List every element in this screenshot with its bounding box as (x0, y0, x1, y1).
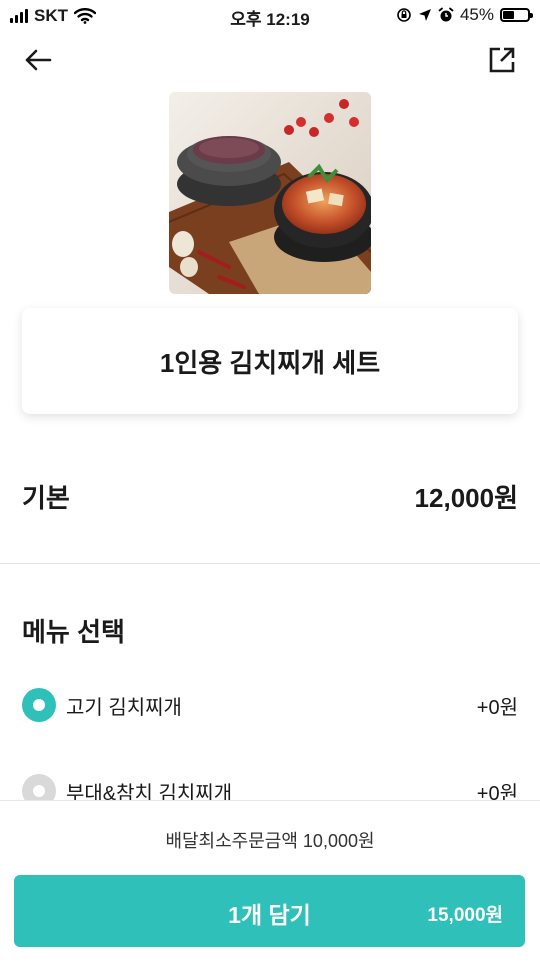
battery-percent: 45% (459, 5, 494, 24)
menu-section-title: 메뉴 선택 (22, 617, 125, 647)
option-price: +0원 (476, 696, 518, 719)
status-bar: SKT 오후 12:19 45% (0, 0, 540, 30)
external-share-icon (489, 47, 515, 73)
min-order-notice: 배달최소주문금액 10,000원 (165, 831, 375, 851)
rotation-lock-icon (397, 8, 411, 22)
add-to-cart-button[interactable]: 1개 담기 15,000원 (14, 875, 525, 947)
radio-selected-icon[interactable] (22, 688, 56, 722)
back-button[interactable] (22, 44, 54, 76)
share-button[interactable] (486, 44, 518, 76)
kimchi-stew-photo (169, 92, 371, 294)
base-price: 12,000원 (414, 482, 518, 513)
menu-option[interactable]: 고기 김치찌개 +0원 (22, 685, 518, 725)
alarm-icon (438, 7, 454, 22)
base-price-row: 기본 12,000원 (22, 476, 518, 516)
option-label: 고기 김치찌개 (66, 696, 182, 719)
bottom-bar: 배달최소주문금액 10,000원 1개 담기 15,000원 (0, 800, 540, 962)
section-divider (0, 563, 540, 564)
location-arrow-icon (418, 9, 431, 21)
battery-level-fill (503, 11, 514, 19)
product-title: 1인용 김치찌개 세트 (159, 347, 381, 378)
product-title-card: 1인용 김치찌개 세트 (22, 308, 518, 414)
battery-icon (500, 8, 533, 22)
status-right: 45% (396, 5, 533, 25)
arrow-left-icon (25, 49, 52, 71)
product-image (169, 92, 371, 294)
base-label: 기본 (22, 482, 70, 513)
add-button-price: 15,000원 (427, 905, 503, 926)
